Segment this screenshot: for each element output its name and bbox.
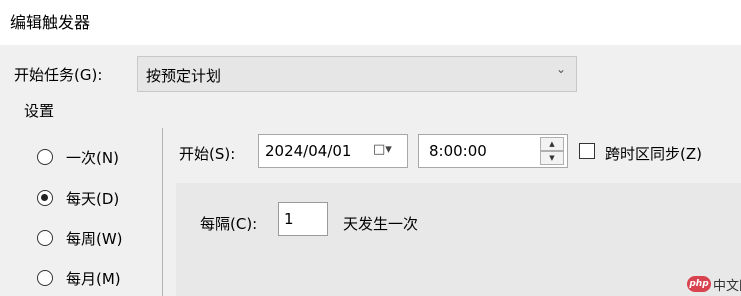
window-title: 编辑触发器	[10, 13, 91, 32]
radio-weekly-circle	[37, 230, 53, 246]
recur-every-value: 1	[284, 210, 294, 228]
start-task-label: 开始任务(G):	[14, 66, 103, 84]
calendar-icon[interactable]: □▾	[373, 142, 392, 157]
start-time-value: 8:00:00	[429, 142, 487, 160]
watermark-badge: php	[687, 276, 711, 292]
start-task-select[interactable]: 按预定计划 ⌄	[137, 56, 577, 92]
recur-every-suffix: 天发生一次	[343, 215, 419, 233]
start-date-value: 2024/04/01	[265, 142, 352, 160]
radio-daily-circle	[37, 190, 53, 206]
watermark-text: 中文网	[713, 279, 741, 294]
radio-once-circle	[37, 149, 53, 165]
vertical-divider	[162, 128, 163, 296]
recurrence-panel	[176, 183, 741, 296]
spin-up-icon[interactable]: ▲	[540, 137, 564, 151]
radio-monthly-circle	[37, 270, 53, 286]
spin-down-icon[interactable]: ▼	[540, 151, 564, 165]
title-bar: 编辑触发器	[0, 0, 741, 45]
radio-daily-label: 每天(D)	[66, 190, 120, 208]
start-time-picker[interactable]: 8:00:00 ▲ ▼	[418, 134, 568, 168]
radio-weekly-label: 每周(W)	[66, 230, 123, 248]
radio-once-label: 一次(N)	[66, 149, 119, 167]
radio-monthly-label: 每月(M)	[66, 270, 121, 288]
sync-timezone-label: 跨时区同步(Z)	[605, 145, 702, 163]
start-date-picker[interactable]: 2024/04/01 □▾	[258, 134, 408, 168]
watermark-logo: php 中文网	[687, 274, 741, 294]
recur-every-input[interactable]: 1	[278, 202, 328, 236]
start-task-value: 按预定计划	[146, 67, 222, 85]
chevron-down-icon: ⌄	[555, 62, 566, 76]
recur-every-label: 每隔(C):	[200, 215, 258, 233]
start-label: 开始(S):	[179, 145, 236, 163]
sync-timezone-checkbox[interactable]	[579, 143, 595, 159]
settings-group-label: 设置	[24, 102, 55, 120]
